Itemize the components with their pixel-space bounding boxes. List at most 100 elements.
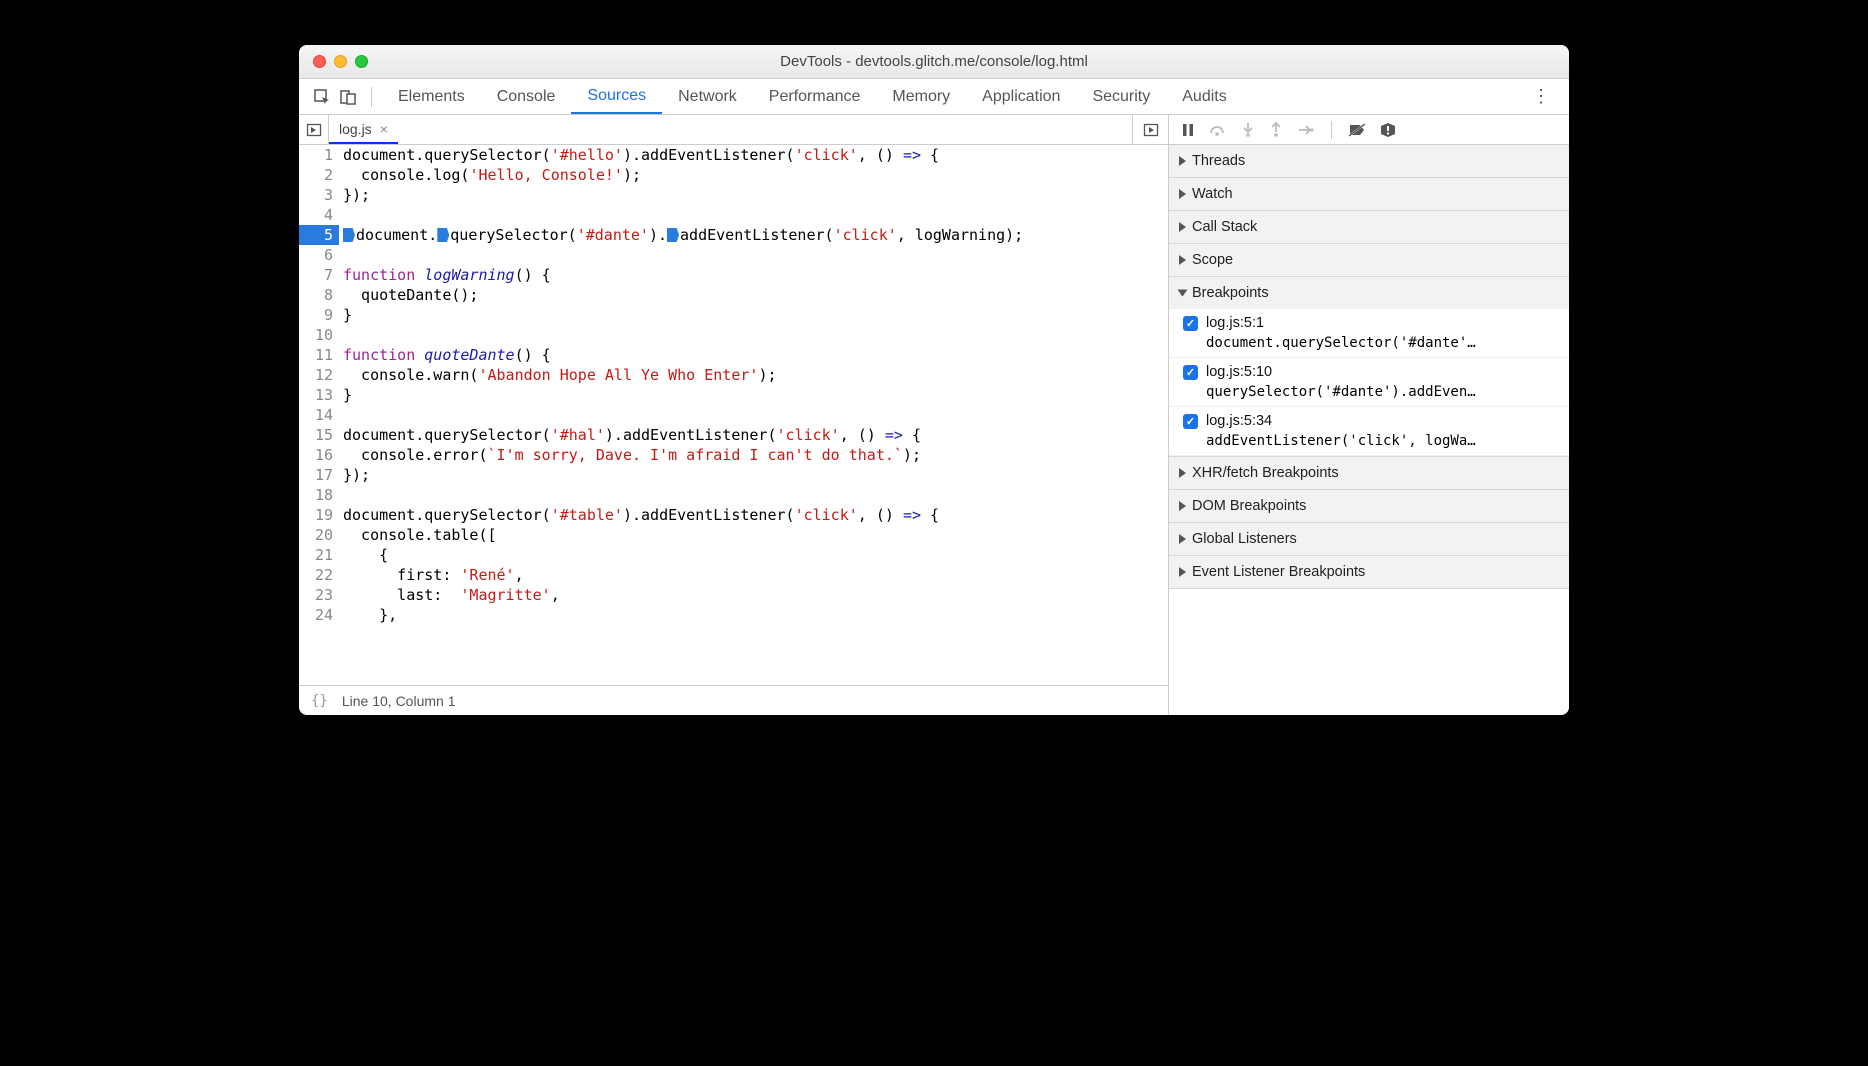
- breakpoint-snippet: document.querySelector('#dante'…: [1183, 331, 1559, 351]
- breakpoint-checkbox[interactable]: ✓: [1183, 414, 1198, 429]
- gutter-line[interactable]: 16: [299, 445, 339, 465]
- pause-icon[interactable]: [1181, 123, 1195, 137]
- device-toolbar-icon[interactable]: [335, 84, 361, 110]
- step-icon[interactable]: [1297, 123, 1315, 137]
- gutter-line[interactable]: 21: [299, 545, 339, 565]
- breakpoint-checkbox[interactable]: ✓: [1183, 316, 1198, 331]
- gutter-line[interactable]: 3: [299, 185, 339, 205]
- panel-global-listeners[interactable]: Global Listeners: [1169, 523, 1569, 555]
- gutter-line[interactable]: 19: [299, 505, 339, 525]
- debugger-toolbar: [1169, 115, 1569, 145]
- code-line[interactable]: });: [339, 465, 370, 485]
- zoom-window-button[interactable]: [355, 55, 368, 68]
- step-out-icon[interactable]: [1269, 122, 1283, 138]
- close-window-button[interactable]: [313, 55, 326, 68]
- tab-sources[interactable]: Sources: [571, 79, 662, 114]
- gutter-line[interactable]: 14: [299, 405, 339, 425]
- gutter-line[interactable]: 2: [299, 165, 339, 185]
- file-tab-logjs[interactable]: log.js ×: [329, 115, 398, 144]
- gutter-line[interactable]: 24: [299, 605, 339, 625]
- breakpoint-item[interactable]: ✓log.js:5:34addEventListener('click', lo…: [1169, 407, 1569, 456]
- tab-application[interactable]: Application: [966, 79, 1076, 114]
- tab-network[interactable]: Network: [662, 79, 753, 114]
- panel-scope[interactable]: Scope: [1169, 244, 1569, 276]
- code-line[interactable]: console.error(`I'm sorry, Dave. I'm afra…: [339, 445, 921, 465]
- status-bar: {} Line 10, Column 1: [299, 685, 1168, 715]
- tab-memory[interactable]: Memory: [876, 79, 966, 114]
- code-line[interactable]: [339, 485, 343, 505]
- debugger-sidebar: Threads Watch Call Stack Scope Breakpoin…: [1169, 115, 1569, 715]
- gutter-line[interactable]: 8: [299, 285, 339, 305]
- gutter-line[interactable]: 11: [299, 345, 339, 365]
- gutter-line[interactable]: 5: [299, 225, 339, 245]
- gutter-line[interactable]: 13: [299, 385, 339, 405]
- breakpoint-checkbox[interactable]: ✓: [1183, 365, 1198, 380]
- code-line[interactable]: console.log('Hello, Console!');: [339, 165, 641, 185]
- gutter-line[interactable]: 23: [299, 585, 339, 605]
- deactivate-breakpoints-icon[interactable]: [1348, 122, 1366, 138]
- pretty-print-icon[interactable]: {}: [311, 693, 328, 709]
- tab-console[interactable]: Console: [481, 79, 572, 114]
- tab-security[interactable]: Security: [1076, 79, 1166, 114]
- inspect-icon[interactable]: [309, 84, 335, 110]
- close-tab-icon[interactable]: ×: [380, 121, 388, 137]
- code-editor[interactable]: 1document.querySelector('#hello').addEve…: [299, 145, 1168, 685]
- code-line[interactable]: });: [339, 185, 370, 205]
- gutter-line[interactable]: 15: [299, 425, 339, 445]
- gutter-line[interactable]: 18: [299, 485, 339, 505]
- code-line[interactable]: [339, 245, 343, 265]
- main-tabs: ElementsConsoleSourcesNetworkPerformance…: [299, 79, 1569, 115]
- tab-elements[interactable]: Elements: [382, 79, 481, 114]
- panel-call-stack[interactable]: Call Stack: [1169, 211, 1569, 243]
- breakpoint-item[interactable]: ✓log.js:5:1document.querySelector('#dant…: [1169, 309, 1569, 358]
- panel-breakpoints[interactable]: Breakpoints: [1169, 277, 1569, 309]
- code-line[interactable]: function quoteDante() {: [339, 345, 551, 365]
- code-line[interactable]: document.querySelector('#hello').addEven…: [339, 145, 939, 165]
- tab-performance[interactable]: Performance: [753, 79, 877, 114]
- gutter-line[interactable]: 10: [299, 325, 339, 345]
- gutter-line[interactable]: 22: [299, 565, 339, 585]
- code-line[interactable]: console.warn('Abandon Hope All Ye Who En…: [339, 365, 777, 385]
- code-line[interactable]: }: [339, 305, 352, 325]
- panel-event-listener-breakpoints[interactable]: Event Listener Breakpoints: [1169, 556, 1569, 588]
- code-line[interactable]: quoteDante();: [339, 285, 478, 305]
- breakpoint-item[interactable]: ✓log.js:5:10querySelector('#dante').addE…: [1169, 358, 1569, 407]
- gutter-line[interactable]: 7: [299, 265, 339, 285]
- code-line[interactable]: first: 'René',: [339, 565, 524, 585]
- window-controls: [313, 55, 368, 68]
- code-line[interactable]: },: [339, 605, 397, 625]
- code-line[interactable]: console.table([: [339, 525, 497, 545]
- titlebar: DevTools - devtools.glitch.me/console/lo…: [299, 45, 1569, 79]
- code-line[interactable]: document.querySelector('#table').addEven…: [339, 505, 939, 525]
- gutter-line[interactable]: 4: [299, 205, 339, 225]
- gutter-line[interactable]: 20: [299, 525, 339, 545]
- code-line[interactable]: [339, 325, 343, 345]
- code-line[interactable]: }: [339, 385, 352, 405]
- code-line[interactable]: document.querySelector('#dante').addEven…: [339, 225, 1023, 245]
- panel-dom-breakpoints[interactable]: DOM Breakpoints: [1169, 490, 1569, 522]
- show-navigator-icon[interactable]: [299, 115, 329, 144]
- panel-xhr-breakpoints[interactable]: XHR/fetch Breakpoints: [1169, 457, 1569, 489]
- code-line[interactable]: function logWarning() {: [339, 265, 551, 285]
- panel-watch[interactable]: Watch: [1169, 178, 1569, 210]
- pause-on-exceptions-icon[interactable]: [1380, 122, 1396, 138]
- minimize-window-button[interactable]: [334, 55, 347, 68]
- breakpoint-snippet: addEventListener('click', logWa…: [1183, 429, 1559, 449]
- gutter-line[interactable]: 17: [299, 465, 339, 485]
- code-line[interactable]: {: [339, 545, 388, 565]
- code-line[interactable]: [339, 205, 343, 225]
- more-menu-icon[interactable]: ⋮: [1524, 86, 1559, 107]
- tab-audits[interactable]: Audits: [1166, 79, 1242, 114]
- gutter-line[interactable]: 12: [299, 365, 339, 385]
- gutter-line[interactable]: 9: [299, 305, 339, 325]
- gutter-line[interactable]: 6: [299, 245, 339, 265]
- code-line[interactable]: [339, 405, 343, 425]
- panel-threads[interactable]: Threads: [1169, 145, 1569, 177]
- file-tab-label: log.js: [339, 121, 372, 137]
- code-line[interactable]: last: 'Magritte',: [339, 585, 560, 605]
- gutter-line[interactable]: 1: [299, 145, 339, 165]
- step-over-icon[interactable]: [1209, 123, 1227, 137]
- show-debugger-icon[interactable]: [1132, 115, 1168, 144]
- step-into-icon[interactable]: [1241, 122, 1255, 138]
- code-line[interactable]: document.querySelector('#hal').addEventL…: [339, 425, 921, 445]
